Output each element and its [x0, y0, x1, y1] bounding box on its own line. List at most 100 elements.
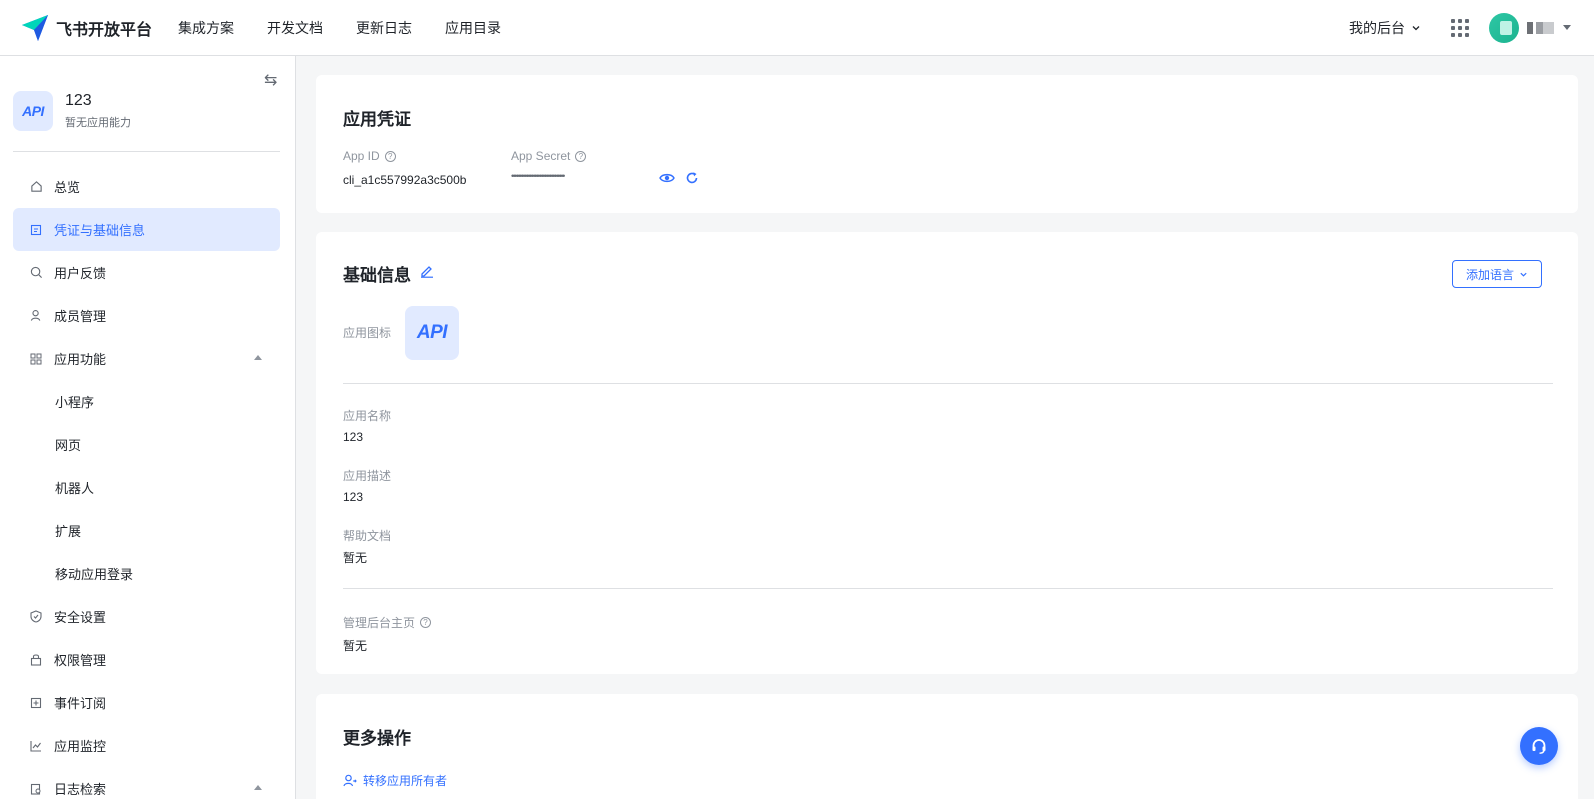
- redacted-name-block: [1536, 22, 1554, 34]
- sidebar-item-label: 应用功能: [54, 352, 107, 367]
- sidebar-item-label: 日志检索: [54, 782, 107, 797]
- help-icon[interactable]: ?: [575, 150, 587, 162]
- app-launcher-icon[interactable]: [1451, 19, 1469, 37]
- app-secret-label: App Secret?: [511, 149, 587, 163]
- sidebar-menu: 总览 凭证与基础信息 用户反馈 成员管理 应用功能 小程序 网页 机器人 扩展 …: [13, 165, 280, 799]
- customer-service-button[interactable]: [1520, 727, 1558, 765]
- grid-icon: [29, 352, 43, 366]
- feishu-logo-icon: [22, 14, 48, 41]
- collapse-sidebar-icon[interactable]: ⇆: [264, 70, 277, 90]
- app-desc-value: 123: [343, 490, 364, 504]
- basic-info-title: 基础信息: [343, 266, 411, 285]
- credentials-card: 应用凭证 App ID? cli_a1c557992a3c500b App Se…: [316, 75, 1578, 213]
- sidebar-item-label: 扩展: [55, 524, 82, 539]
- help-icon[interactable]: ?: [384, 150, 396, 162]
- app-name-value: 123: [343, 430, 364, 444]
- member-icon: [29, 309, 43, 323]
- nav-solutions[interactable]: 集成方案: [178, 18, 234, 38]
- nav-changelog[interactable]: 更新日志: [356, 18, 412, 38]
- sidebar-item-permissions[interactable]: 权限管理: [13, 638, 280, 681]
- app-icon-label: 应用图标: [343, 326, 392, 340]
- console-label: 我的后台: [1349, 20, 1405, 36]
- admin-home-label: 管理后台主页?: [343, 614, 432, 631]
- section-divider: [343, 588, 1553, 589]
- headset-icon: [1532, 739, 1546, 754]
- sidebar-item-label: 凭证与基础信息: [54, 223, 146, 238]
- caret-down-icon: [1563, 25, 1571, 30]
- sidebar-item-label: 移动应用登录: [55, 567, 134, 582]
- sidebar-item-extension[interactable]: 扩展: [13, 509, 280, 552]
- sidebar-item-label: 成员管理: [54, 309, 107, 324]
- more-ops-title: 更多操作: [343, 729, 411, 748]
- brand-name: 飞书开放平台: [56, 21, 153, 39]
- event-icon: [29, 696, 43, 710]
- nav-app-directory[interactable]: 应用目录: [445, 18, 501, 38]
- sidebar-item-label: 总览: [54, 180, 81, 195]
- app-summary: API 123 暂无应用能力: [13, 91, 131, 131]
- section-divider: [343, 383, 1553, 384]
- app-capability: 暂无应用能力: [65, 117, 131, 129]
- main-content: 应用凭证 App ID? cli_a1c557992a3c500b App Se…: [296, 56, 1594, 799]
- user-avatar[interactable]: [1489, 13, 1519, 43]
- help-icon[interactable]: ?: [420, 617, 432, 628]
- sidebar-item-label: 应用监控: [54, 739, 107, 754]
- brand-logo[interactable]: 飞书开放平台: [20, 13, 152, 43]
- top-nav: 集成方案 开发文档 更新日志 应用目录: [178, 18, 534, 38]
- transfer-user-icon: [343, 774, 357, 787]
- sidebar-item-log-search[interactable]: 日志检索: [13, 767, 280, 799]
- sidebar: ⇆ API 123 暂无应用能力 总览 凭证与基础信息 用户反馈 成员管理 应用…: [0, 56, 296, 799]
- transfer-owner-link[interactable]: 转移应用所有者: [343, 772, 447, 789]
- sidebar-item-label: 小程序: [55, 395, 95, 410]
- admin-home-value: 暂无: [343, 639, 368, 653]
- sidebar-item-credentials[interactable]: 凭证与基础信息: [13, 208, 280, 251]
- sidebar-item-label: 事件订阅: [54, 696, 107, 711]
- app-desc-label: 应用描述: [343, 469, 392, 483]
- help-doc-value: 暂无: [343, 551, 368, 565]
- redacted-name-block: [1527, 22, 1533, 34]
- sidebar-item-mobile-login[interactable]: 移动应用登录: [13, 552, 280, 595]
- console-dropdown[interactable]: 我的后台: [1349, 18, 1421, 38]
- collapse-caret-icon[interactable]: [254, 355, 262, 360]
- sidebar-item-web-page[interactable]: 网页: [13, 423, 280, 466]
- app-secret-value: ••••••••••••••••••••••••••••••••: [511, 171, 565, 181]
- user-menu[interactable]: [1527, 22, 1572, 34]
- basic-info-card: 基础信息 添加语言 应用图标 API 应用名称 123 应用描述 123 帮助文…: [316, 232, 1578, 674]
- eye-icon[interactable]: [659, 172, 675, 184]
- collapse-caret-icon[interactable]: [254, 785, 262, 790]
- sidebar-item-mini-program[interactable]: 小程序: [13, 380, 280, 423]
- sidebar-item-app-features[interactable]: 应用功能: [13, 337, 280, 380]
- chevron-down-icon: [1412, 26, 1420, 31]
- refresh-icon[interactable]: [685, 171, 699, 185]
- app-id-value[interactable]: cli_a1c557992a3c500b: [343, 173, 466, 187]
- more-operations-card: 更多操作 转移应用所有者: [316, 694, 1578, 799]
- shield-icon: [29, 610, 43, 624]
- sidebar-item-overview[interactable]: 总览: [13, 165, 280, 208]
- sidebar-item-monitoring[interactable]: 应用监控: [13, 724, 280, 767]
- edit-icon[interactable]: [420, 264, 434, 278]
- sidebar-item-label: 机器人: [55, 481, 95, 496]
- credentials-title: 应用凭证: [343, 110, 411, 129]
- sidebar-item-members[interactable]: 成员管理: [13, 294, 280, 337]
- sidebar-item-label: 网页: [55, 438, 82, 453]
- app-icon-preview[interactable]: API: [405, 306, 459, 360]
- sidebar-item-bot[interactable]: 机器人: [13, 466, 280, 509]
- home-icon: [29, 180, 43, 194]
- app-api-icon: API: [13, 91, 53, 131]
- sidebar-divider: [13, 151, 280, 152]
- chevron-down-icon: [1520, 272, 1527, 277]
- sidebar-item-label: 安全设置: [54, 610, 107, 625]
- chart-icon: [29, 739, 43, 753]
- app-id-label: App ID?: [343, 149, 396, 163]
- sidebar-item-label: 用户反馈: [54, 266, 107, 281]
- help-doc-label: 帮助文档: [343, 529, 392, 543]
- sidebar-item-events[interactable]: 事件订阅: [13, 681, 280, 724]
- top-navigation-bar: 飞书开放平台 集成方案 开发文档 更新日志 应用目录 我的后台: [0, 0, 1594, 56]
- sidebar-item-security[interactable]: 安全设置: [13, 595, 280, 638]
- nav-docs[interactable]: 开发文档: [267, 18, 323, 38]
- app-name-label: 应用名称: [343, 409, 392, 423]
- feedback-icon: [29, 266, 43, 280]
- sidebar-item-feedback[interactable]: 用户反馈: [13, 251, 280, 294]
- log-icon: [29, 782, 43, 796]
- add-language-button[interactable]: 添加语言: [1452, 260, 1542, 288]
- app-name: 123: [65, 92, 92, 109]
